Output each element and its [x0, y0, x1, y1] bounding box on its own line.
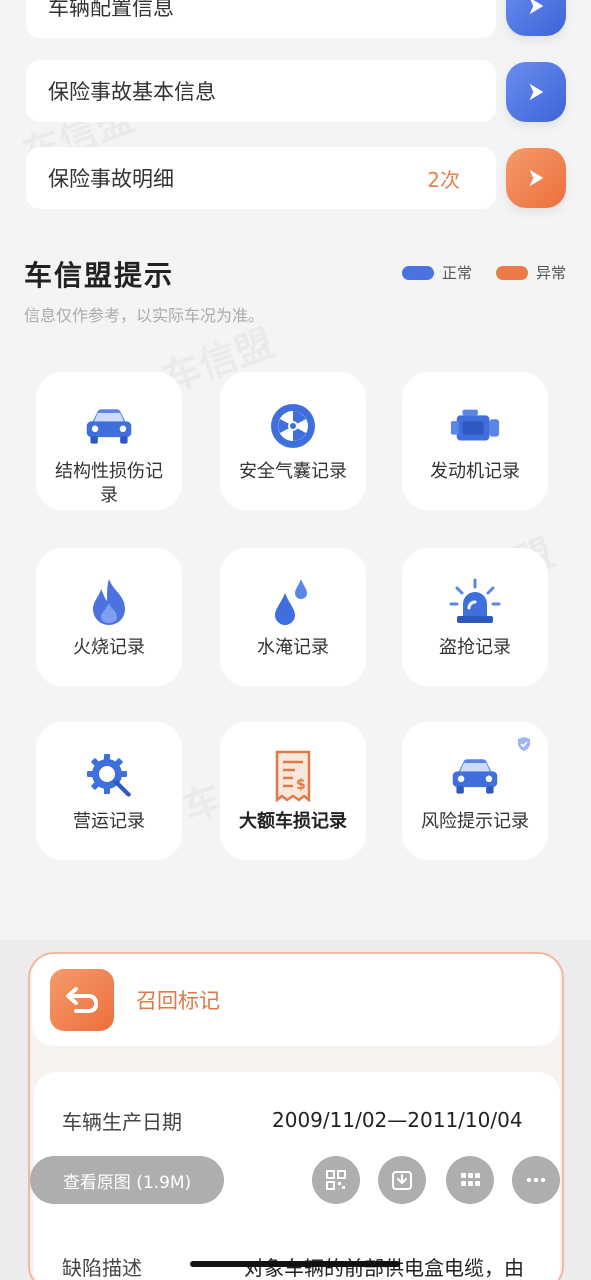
production-date-value: 2009/11/02—2011/10/04 [272, 1108, 523, 1132]
section-subtitle: 信息仅作参考，以实际车况为准。 [24, 306, 265, 325]
production-date-label: 车辆生产日期 [62, 1110, 182, 1134]
legend-normal-swatch [402, 265, 434, 280]
legend-abnormal-label: 异常 [536, 264, 567, 282]
chevron-right-icon [529, 83, 544, 101]
tile-fire[interactable]: 火烧记录 [36, 548, 182, 686]
fire-icon [83, 578, 135, 626]
row-label: 车辆配置信息 [48, 0, 174, 20]
row-vehicle-config[interactable]: 车辆配置信息 [26, 0, 496, 38]
row-insurance-detail[interactable]: 保险事故明细 2次 [26, 147, 496, 209]
tile-label: 盗抢记录 [439, 637, 511, 658]
tile-label: 大额车损记录 [239, 811, 347, 832]
recall-header[interactable]: 召回标记 [32, 954, 560, 1046]
accident-count: 2次 [427, 167, 460, 192]
gear-wrench-icon [83, 752, 135, 800]
chevron-right-icon [529, 0, 544, 15]
receipt-icon: $ [267, 750, 319, 802]
more-dots-icon [526, 1177, 546, 1183]
view-original-button[interactable]: 查看原图 (1.9M) [30, 1156, 224, 1204]
legend-normal: 正常 [402, 262, 472, 283]
grid-icon [461, 1173, 480, 1186]
insurance-basic-arrow-button[interactable] [506, 62, 566, 122]
more-button[interactable] [512, 1156, 560, 1204]
verified-check-icon [518, 737, 530, 751]
tile-label: 水淹记录 [257, 637, 329, 658]
legend-normal-label: 正常 [442, 264, 473, 282]
tile-label: 营运记录 [73, 811, 145, 832]
legend-abnormal: 异常 [496, 262, 566, 283]
tile-flood[interactable]: 水淹记录 [220, 548, 366, 686]
chevron-right-icon [529, 169, 544, 187]
tile-major-damage[interactable]: $ 大额车损记录 [220, 722, 366, 860]
download-button[interactable] [378, 1156, 426, 1204]
insurance-detail-arrow-button[interactable] [506, 148, 566, 208]
engine-icon [449, 402, 501, 450]
alarm-light-icon [449, 578, 501, 626]
row-label: 保险事故基本信息 [48, 80, 216, 104]
section-title: 车信盟提示 [24, 259, 175, 292]
download-icon [392, 1171, 412, 1190]
tile-structural-damage[interactable]: 结构性损伤记录 [36, 372, 182, 510]
car-icon [449, 752, 501, 800]
airbag-icon [267, 402, 319, 450]
tile-airbag[interactable]: 安全气囊记录 [220, 372, 366, 510]
tile-label: 风险提示记录 [421, 811, 529, 832]
grid-button[interactable] [446, 1156, 494, 1204]
tile-risk-warning[interactable]: 风险提示记录 [402, 722, 548, 860]
tile-theft[interactable]: 盗抢记录 [402, 548, 548, 686]
tile-label: 结构性损伤记录 [55, 461, 163, 506]
car-icon [83, 402, 135, 450]
tile-label: 火烧记录 [73, 637, 145, 658]
tile-label: 发动机记录 [430, 461, 520, 482]
svg-text:$: $ [296, 777, 306, 793]
row-label: 保险事故明细 [48, 167, 174, 191]
row-insurance-basic[interactable]: 保险事故基本信息 [26, 60, 496, 122]
home-indicator [190, 1261, 400, 1267]
qr-code-button[interactable] [312, 1156, 360, 1204]
tile-commercial-use[interactable]: 营运记录 [36, 722, 182, 860]
vehicle-config-arrow-button[interactable] [506, 0, 566, 36]
qr-code-icon [326, 1170, 346, 1190]
legend-abnormal-swatch [496, 265, 528, 280]
defect-label: 缺陷描述 [62, 1256, 142, 1280]
recall-title: 召回标记 [136, 989, 220, 1013]
tile-label: 安全气囊记录 [239, 461, 347, 482]
water-drops-icon [267, 578, 319, 626]
tile-engine[interactable]: 发动机记录 [402, 372, 548, 510]
return-arrow-icon [50, 969, 114, 1031]
